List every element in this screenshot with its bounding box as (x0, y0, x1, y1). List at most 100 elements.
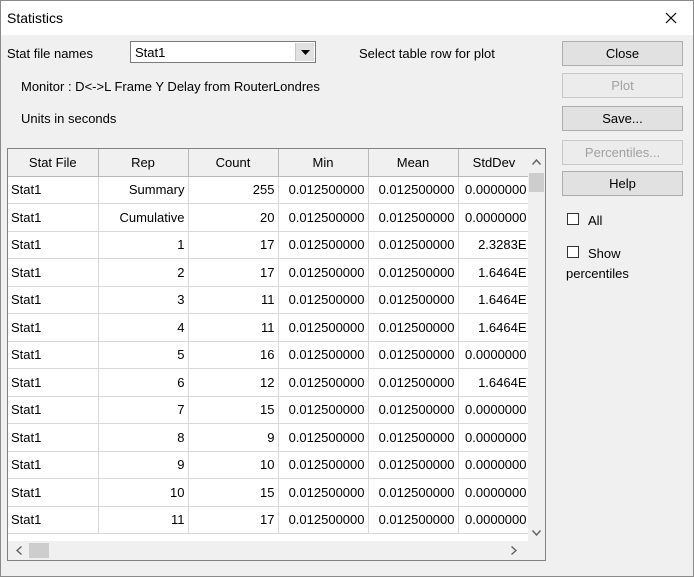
stddev-cell: 1.6464E (458, 368, 531, 397)
all-checkbox[interactable] (567, 213, 579, 225)
stat-file-cell: Stat1 (8, 506, 99, 534)
table-row[interactable]: Stat1 8 9 0.012500000 0.012500000 0.0000000 (8, 423, 531, 452)
stat-file-cell: Stat1 (8, 341, 99, 369)
column-header-rep[interactable]: Rep (98, 149, 189, 177)
count-cell: 15 (188, 478, 279, 507)
table-row[interactable]: Stat1 1 17 0.012500000 0.012500000 2.3283E (8, 231, 531, 259)
min-cell: 0.012500000 (278, 506, 369, 534)
table-row[interactable]: Stat1 2 17 0.012500000 0.012500000 1.6464E (8, 258, 531, 287)
plot-button[interactable]: Plot (562, 73, 683, 98)
stddev-cell: 0.0000000 (458, 176, 531, 204)
table-row[interactable]: Stat1 11 17 0.012500000 0.012500000 0.0000000 (8, 506, 531, 534)
table-row[interactable]: Stat1 6 12 0.012500000 0.012500000 1.6464E (8, 368, 531, 397)
mean-cell: 0.012500000 (368, 451, 459, 479)
chevron-down-icon (532, 529, 541, 536)
count-cell: 17 (188, 231, 279, 259)
count-cell: 12 (188, 368, 279, 397)
count-cell: 11 (188, 286, 279, 314)
horizontal-scrollbar[interactable] (8, 541, 528, 560)
min-cell: 0.012500000 (278, 258, 369, 287)
mean-cell: 0.012500000 (368, 341, 459, 369)
column-header-stat-file[interactable]: Stat File (8, 149, 99, 177)
window-title: Statistics (7, 10, 64, 26)
scroll-up-button[interactable] (528, 153, 545, 170)
statistics-dialog: Statistics Stat file names Stat1 Select … (0, 0, 694, 577)
show-percentiles-checkbox[interactable] (567, 246, 579, 258)
stat-file-cell: Stat1 (8, 396, 99, 424)
mean-cell: 0.012500000 (368, 423, 459, 452)
min-cell: 0.012500000 (278, 341, 369, 369)
title-bar: Statistics (1, 1, 693, 35)
chevron-up-icon (532, 158, 541, 165)
mean-cell: 0.012500000 (368, 286, 459, 314)
mean-cell: 0.012500000 (368, 313, 459, 342)
rep-cell: 7 (98, 396, 189, 424)
table-row[interactable]: Stat1 Cumulative 20 0.012500000 0.012500000 0… (8, 203, 531, 232)
stat-file-cell: Stat1 (8, 203, 99, 232)
stat-file-cell: Stat1 (8, 286, 99, 314)
stat-file-cell: Stat1 (8, 176, 99, 204)
count-cell: 20 (188, 203, 279, 232)
table-row[interactable]: Stat1 Summary 255 0.012500000 0.012500000 0.0… (8, 176, 531, 204)
mean-cell: 0.012500000 (368, 231, 459, 259)
mean-cell: 0.012500000 (368, 506, 459, 534)
rep-cell: Summary (98, 176, 189, 204)
vertical-scroll-thumb[interactable] (529, 173, 544, 192)
statistics-grid: Stat File Rep Count Min Mean StdDev Stat… (8, 149, 531, 534)
mean-cell: 0.012500000 (368, 176, 459, 204)
mean-cell: 0.012500000 (368, 368, 459, 397)
stat-file-cell: Stat1 (8, 451, 99, 479)
stddev-cell: 0.0000000 (458, 478, 531, 507)
percentiles-button[interactable]: Percentiles... (562, 140, 683, 165)
select-row-hint: Select table row for plot (359, 46, 495, 61)
scroll-down-button[interactable] (528, 524, 545, 541)
rep-cell: 11 (98, 506, 189, 534)
min-cell: 0.012500000 (278, 451, 369, 479)
column-header-stddev[interactable]: StdDev (458, 149, 531, 177)
stddev-cell: 1.6464E (458, 313, 531, 342)
table-row[interactable]: Stat1 4 11 0.012500000 0.012500000 1.6464E (8, 313, 531, 342)
min-cell: 0.012500000 (278, 203, 369, 232)
table-row[interactable]: Stat1 10 15 0.012500000 0.012500000 0.0000000 (8, 478, 531, 507)
column-header-count[interactable]: Count (188, 149, 279, 177)
units-description: Units in seconds (21, 111, 117, 126)
table-row[interactable]: Stat1 5 16 0.012500000 0.012500000 0.0000000 (8, 341, 531, 369)
stat-file-select-value: Stat1 (135, 45, 166, 60)
rep-cell: 9 (98, 451, 189, 479)
min-cell: 0.012500000 (278, 368, 369, 397)
mean-cell: 0.012500000 (368, 258, 459, 287)
scroll-left-button[interactable] (10, 541, 27, 560)
count-cell: 10 (188, 451, 279, 479)
chevron-right-icon (510, 546, 517, 555)
min-cell: 0.012500000 (278, 478, 369, 507)
stat-file-select[interactable]: Stat1 (130, 41, 316, 63)
vertical-scrollbar[interactable] (528, 149, 545, 541)
table-row[interactable]: Stat1 9 10 0.012500000 0.012500000 0.0000000 (8, 451, 531, 479)
dropdown-arrow-button[interactable] (295, 43, 314, 61)
table-row[interactable]: Stat1 3 11 0.012500000 0.012500000 1.6464E (8, 286, 531, 314)
min-cell: 0.012500000 (278, 313, 369, 342)
stat-file-cell: Stat1 (8, 258, 99, 287)
column-header-min[interactable]: Min (278, 149, 369, 177)
stddev-cell: 0.0000000 (458, 506, 531, 534)
close-window-button[interactable] (649, 1, 693, 35)
table-row[interactable]: Stat1 7 15 0.012500000 0.012500000 0.0000000 (8, 396, 531, 424)
mean-cell: 0.012500000 (368, 203, 459, 232)
close-button[interactable]: Close (562, 41, 683, 66)
scroll-right-button[interactable] (505, 541, 522, 560)
rep-cell: 5 (98, 341, 189, 369)
rep-cell: 10 (98, 478, 189, 507)
help-button[interactable]: Help (562, 171, 683, 196)
all-checkbox-label: All (588, 213, 603, 228)
column-header-mean[interactable]: Mean (368, 149, 459, 177)
horizontal-scroll-thumb[interactable] (29, 543, 49, 558)
save-button[interactable]: Save... (562, 106, 683, 131)
show-percentiles-label-line2: percentiles (566, 266, 629, 281)
count-cell: 15 (188, 396, 279, 424)
stddev-cell: 0.0000000 (458, 451, 531, 479)
count-cell: 11 (188, 313, 279, 342)
table-header-row: Stat File Rep Count Min Mean StdDev (8, 149, 531, 177)
stddev-cell: 2.3283E (458, 231, 531, 259)
count-cell: 9 (188, 423, 279, 452)
stat-file-cell: Stat1 (8, 368, 99, 397)
